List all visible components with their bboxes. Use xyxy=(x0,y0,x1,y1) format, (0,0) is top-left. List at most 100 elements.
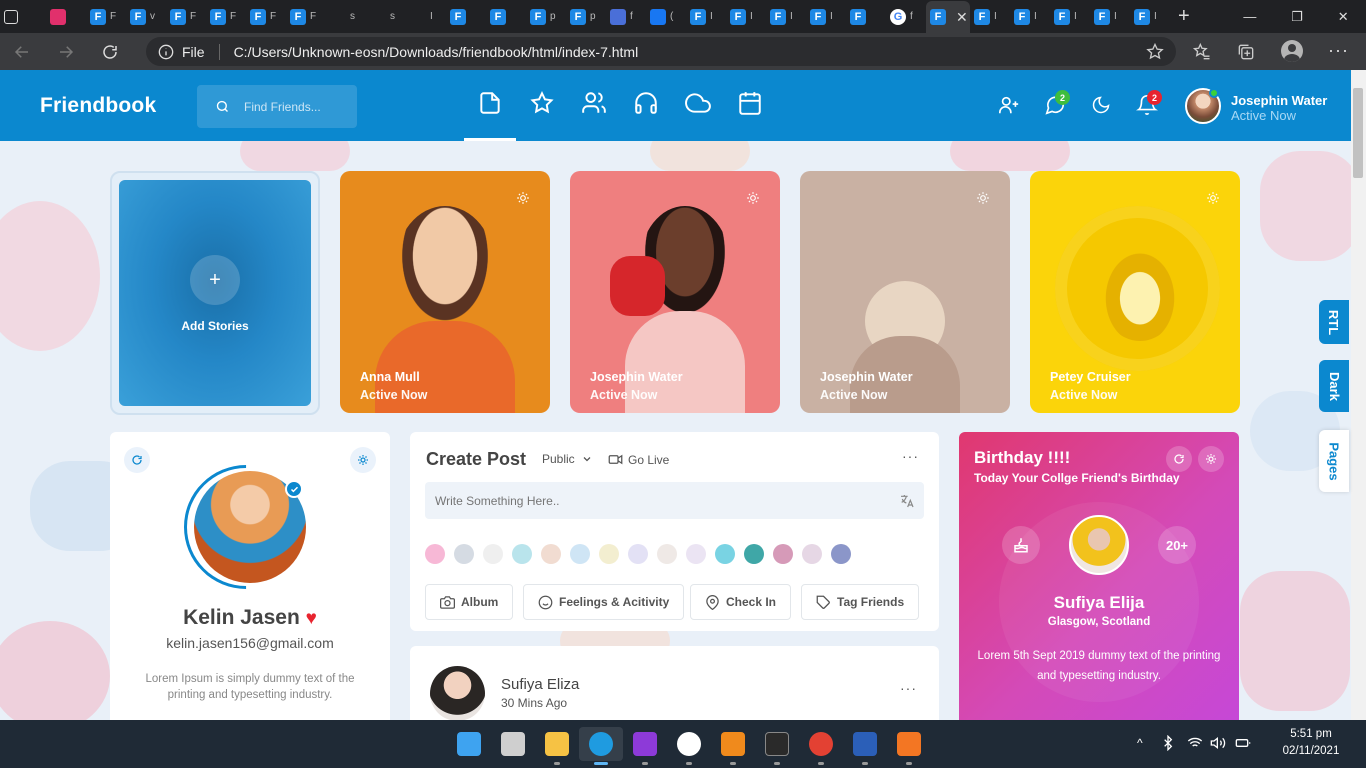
file-explorer-icon[interactable] xyxy=(535,727,579,765)
color-swatch[interactable] xyxy=(541,544,561,564)
color-swatch[interactable] xyxy=(744,544,764,564)
chevron-up-icon[interactable]: ^ xyxy=(1137,736,1143,750)
site-logo[interactable]: Friendbook xyxy=(40,94,156,118)
close-tab-icon[interactable]: ✕ xyxy=(956,9,968,26)
taskbar-time[interactable]: 5:51 pm xyxy=(1266,728,1356,740)
nav-newsfeed-icon[interactable] xyxy=(477,90,503,116)
album-button[interactable]: Album xyxy=(425,584,514,620)
browser-tab[interactable]: f xyxy=(606,3,646,31)
settings-icon[interactable] xyxy=(350,447,376,473)
browser-tab[interactable]: Fv xyxy=(126,3,166,31)
story-card[interactable]: Josephin Water Active Now xyxy=(570,171,780,413)
post-input[interactable] xyxy=(435,493,875,508)
story-options-icon[interactable] xyxy=(516,191,530,205)
story-options-icon[interactable] xyxy=(746,191,760,205)
browser-tab[interactable]: FI xyxy=(1090,3,1130,31)
search-box[interactable] xyxy=(197,85,357,128)
translate-icon[interactable] xyxy=(899,493,915,509)
story-card[interactable]: Petey Cruiser Active Now xyxy=(1030,171,1240,413)
birthday-settings-icon[interactable] xyxy=(1198,446,1224,472)
browser-tab[interactable]: FF✕ xyxy=(926,1,970,33)
nav-favorites-icon[interactable] xyxy=(529,90,555,116)
story-options-icon[interactable] xyxy=(1206,191,1220,205)
color-swatch[interactable] xyxy=(570,544,590,564)
search-input[interactable] xyxy=(244,99,354,114)
birthday-name[interactable]: Sufiya Elija xyxy=(959,593,1239,613)
rtl-toggle[interactable]: RTL xyxy=(1319,300,1349,344)
color-swatch[interactable] xyxy=(454,544,474,564)
browser-tab[interactable]: FI xyxy=(1010,3,1050,31)
taskbar-date[interactable]: 02/11/2021 xyxy=(1266,745,1356,757)
nav-calendar-icon[interactable] xyxy=(737,90,763,116)
bluetooth-icon[interactable] xyxy=(1160,735,1176,751)
check-in-button[interactable]: Check In xyxy=(690,584,792,620)
browser-tab[interactable]: F xyxy=(846,3,886,31)
collections-icon[interactable] xyxy=(1236,42,1256,62)
privacy-dropdown[interactable]: Public xyxy=(542,452,593,466)
post-options-icon[interactable]: ··· xyxy=(900,680,917,696)
browser-tab[interactable]: FF xyxy=(246,3,286,31)
color-swatch[interactable] xyxy=(802,544,822,564)
browser-tab[interactable]: FF xyxy=(286,3,326,31)
browser-tab[interactable]: F xyxy=(446,3,486,31)
color-swatch[interactable] xyxy=(483,544,503,564)
browser-tab[interactable]: FI xyxy=(686,3,726,31)
browser-tab[interactable] xyxy=(46,3,86,31)
nav-music-icon[interactable] xyxy=(633,90,659,116)
back-button[interactable] xyxy=(0,33,44,70)
browser-tab[interactable] xyxy=(0,3,46,31)
birthday-avatar[interactable] xyxy=(1069,515,1129,575)
post-author-avatar[interactable] xyxy=(430,666,485,721)
url-field[interactable]: File C:/Users/Unknown-eosn/Downloads/fri… xyxy=(146,37,1176,66)
info-icon[interactable] xyxy=(158,44,174,60)
browser-tab[interactable]: Fp xyxy=(566,3,606,31)
browser-tab[interactable]: ( xyxy=(646,3,686,31)
browser-tab[interactable]: Fp xyxy=(526,3,566,31)
post-author[interactable]: Sufiya Eliza xyxy=(501,676,579,693)
word-icon[interactable] xyxy=(843,727,887,765)
feelings-button[interactable]: Feelings & Acitivity xyxy=(523,584,685,620)
nav-friends-icon[interactable] xyxy=(581,90,607,116)
browser-tab[interactable]: s xyxy=(326,3,366,31)
browser-tab[interactable]: FF xyxy=(166,3,206,31)
color-swatch[interactable] xyxy=(628,544,648,564)
add-favorite-icon[interactable] xyxy=(1145,42,1165,62)
scrollbar-thumb[interactable] xyxy=(1353,88,1363,178)
browser-tab[interactable]: FF xyxy=(206,3,246,31)
color-swatch[interactable] xyxy=(686,544,706,564)
refresh-icon[interactable] xyxy=(124,447,150,473)
color-swatch[interactable] xyxy=(831,544,851,564)
browser-tab[interactable]: FI xyxy=(766,3,806,31)
terminal-icon[interactable] xyxy=(755,727,799,765)
color-swatch[interactable] xyxy=(657,544,677,564)
add-story-plus-icon[interactable]: + xyxy=(190,255,240,305)
chrome-icon[interactable] xyxy=(799,727,843,765)
color-swatch[interactable] xyxy=(715,544,735,564)
browser-tab[interactable]: FI xyxy=(1050,3,1090,31)
add-friend-icon[interactable] xyxy=(998,94,1020,116)
slack-icon[interactable] xyxy=(667,727,711,765)
favorites-icon[interactable] xyxy=(1192,42,1212,62)
refresh-button[interactable] xyxy=(88,33,132,70)
color-swatch[interactable] xyxy=(512,544,532,564)
browser-tab[interactable]: F xyxy=(486,3,526,31)
windows-start-icon[interactable] xyxy=(447,727,491,761)
story-card[interactable]: Josephin Water Active Now xyxy=(800,171,1010,413)
browser-tab[interactable]: FI xyxy=(970,3,1010,31)
browser-tab[interactable]: FI xyxy=(1130,3,1170,31)
profile-name[interactable]: Kelin Jasen xyxy=(183,606,300,629)
color-swatch[interactable] xyxy=(773,544,793,564)
new-tab-icon[interactable]: + xyxy=(1178,5,1208,28)
browser-tab[interactable]: s xyxy=(366,3,406,31)
tag-friends-button[interactable]: Tag Friends xyxy=(801,584,920,620)
story-options-icon[interactable] xyxy=(976,191,990,205)
minimize-icon[interactable]: — xyxy=(1243,9,1256,24)
close-window-icon[interactable]: ✕ xyxy=(1338,9,1349,25)
browser-tab[interactable]: FI xyxy=(726,3,766,31)
post-options-icon[interactable]: ··· xyxy=(902,448,919,464)
dark-toggle[interactable]: Dark xyxy=(1319,360,1349,412)
browser-tab[interactable]: I xyxy=(406,3,446,31)
browser-tab[interactable]: FF xyxy=(86,3,126,31)
user-name[interactable]: Josephin Water xyxy=(1231,93,1327,108)
volume-icon[interactable] xyxy=(1210,735,1226,751)
